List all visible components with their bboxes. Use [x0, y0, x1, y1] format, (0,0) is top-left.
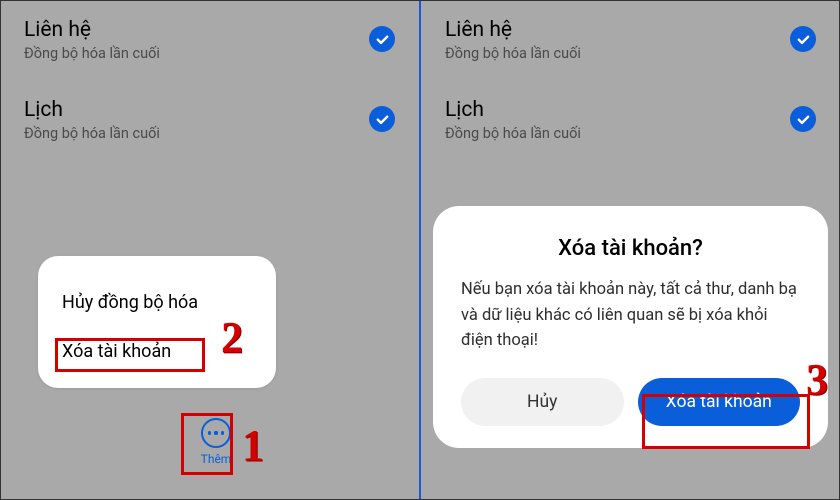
- sync-row-subtitle: Đồng bộ hóa lần cuối: [24, 125, 395, 142]
- sync-row-contacts[interactable]: Liên hệ Đồng bộ hóa lần cuối: [445, 18, 816, 62]
- sync-row-contacts[interactable]: Liên hệ Đồng bộ hóa lần cuối: [24, 18, 395, 62]
- sync-row-subtitle: Đồng bộ hóa lần cuối: [24, 45, 395, 62]
- dialog-buttons: Hủy Xóa tài khoản: [461, 378, 800, 426]
- step-number-1: 1: [242, 420, 264, 471]
- menu-delete-account[interactable]: Xóa tài khoản: [60, 327, 254, 376]
- more-button[interactable]: Thêm: [190, 418, 242, 466]
- sync-row-subtitle: Đồng bộ hóa lần cuối: [445, 45, 816, 62]
- checkmark-icon[interactable]: [790, 106, 816, 132]
- checkmark-icon[interactable]: [369, 26, 395, 52]
- screenshot-step-1-2: Liên hệ Đồng bộ hóa lần cuối Lịch Đồng b…: [0, 0, 419, 500]
- pane-divider: [419, 0, 421, 500]
- checkmark-icon[interactable]: [790, 26, 816, 52]
- overflow-menu: Hủy đồng bộ hóa Xóa tài khoản: [38, 256, 276, 388]
- dialog-body: Nếu bạn xóa tài khoản này, tất cả thư, d…: [461, 277, 800, 354]
- sync-row-title: Lịch: [445, 98, 816, 122]
- sync-row-calendar[interactable]: Lịch Đồng bộ hóa lần cuối: [24, 98, 395, 142]
- more-icon: [201, 418, 231, 448]
- dialog-title: Xóa tài khoản?: [461, 236, 800, 261]
- cancel-button[interactable]: Hủy: [461, 378, 624, 426]
- menu-cancel-sync[interactable]: Hủy đồng bộ hóa: [60, 278, 254, 327]
- screenshot-step-3: Liên hệ Đồng bộ hóa lần cuối Lịch Đồng b…: [421, 0, 840, 500]
- checkmark-icon[interactable]: [369, 106, 395, 132]
- confirm-delete-button[interactable]: Xóa tài khoản: [638, 378, 801, 426]
- delete-account-dialog: Xóa tài khoản? Nếu bạn xóa tài khoản này…: [433, 206, 828, 448]
- sync-row-title: Lịch: [24, 98, 395, 122]
- sync-row-title: Liên hệ: [445, 18, 816, 42]
- sync-row-subtitle: Đồng bộ hóa lần cuối: [445, 125, 816, 142]
- sync-row-calendar[interactable]: Lịch Đồng bộ hóa lần cuối: [445, 98, 816, 142]
- more-label: Thêm: [190, 452, 242, 466]
- sync-row-title: Liên hệ: [24, 18, 395, 42]
